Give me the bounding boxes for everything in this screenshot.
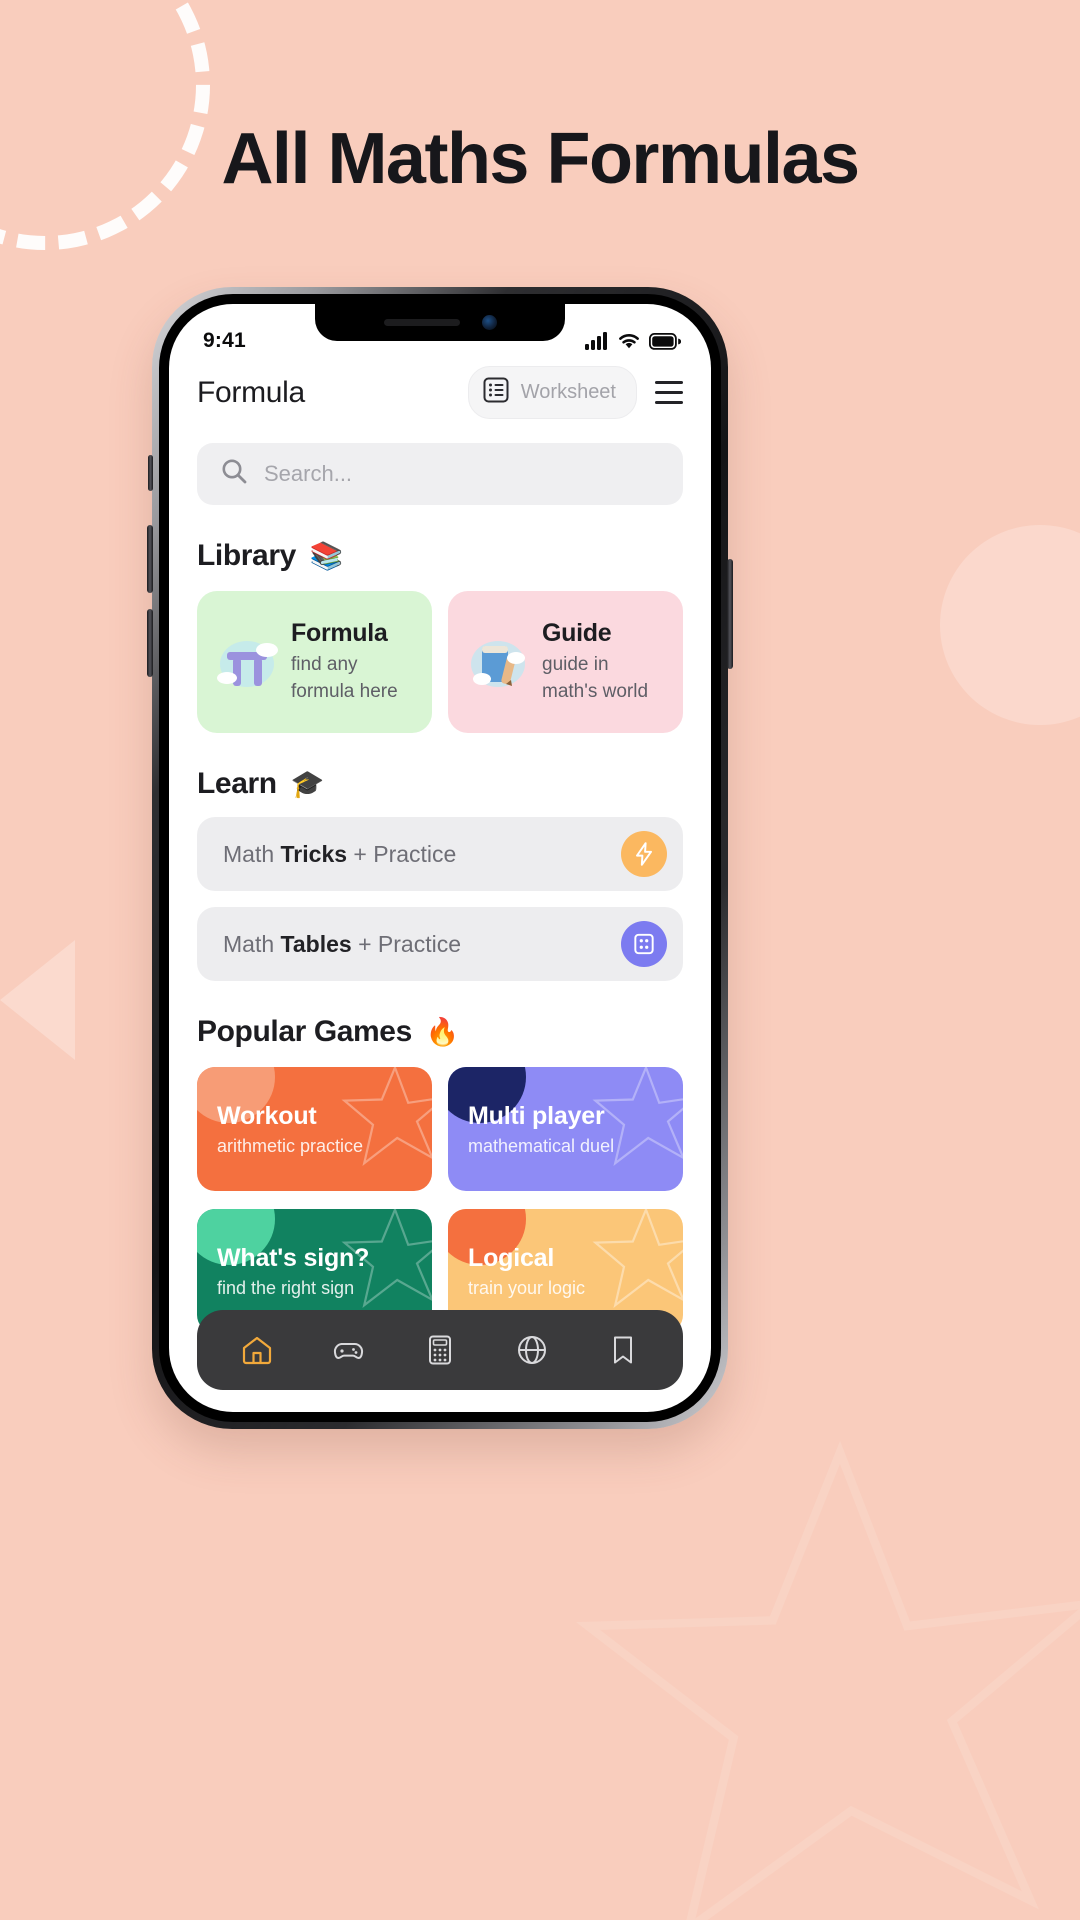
bottom-navigation-bar	[197, 1310, 683, 1390]
volume-down-button[interactable]	[147, 609, 153, 677]
phone-mockup: 9:41 Formula Worksheet Search... Library…	[147, 287, 733, 1429]
learn-row-label: Math Tables + Practice	[223, 930, 461, 957]
game-card-title: Logical	[468, 1243, 555, 1272]
game-card-subtitle: mathematical duel	[468, 1135, 615, 1156]
calculator-icon	[423, 1333, 457, 1367]
fire-emoji: 🔥	[425, 1017, 460, 1047]
worksheet-button[interactable]: Worksheet	[467, 366, 637, 419]
library-card-subtitle: find any formula here	[291, 654, 398, 702]
library-card-title: Guide	[542, 619, 612, 648]
worksheet-button-label: Worksheet	[520, 381, 616, 403]
learn-row-label: Math Tricks + Practice	[223, 840, 457, 867]
section-title-library: Library 📚	[197, 539, 683, 573]
learn-row-tables[interactable]: Math Tables + Practice	[197, 907, 683, 981]
learn-row-tricks[interactable]: Math Tricks + Practice	[197, 817, 683, 891]
globe-icon	[515, 1333, 549, 1367]
status-bar-time: 9:41	[203, 329, 246, 352]
library-card-guide[interactable]: Guide guide in math's world	[448, 591, 683, 733]
nav-item-calculator[interactable]	[423, 1333, 457, 1367]
status-bar-icons	[585, 332, 681, 350]
battery-icon	[649, 332, 681, 350]
gamepad-icon	[331, 1333, 365, 1367]
wifi-icon	[617, 332, 641, 350]
nav-item-home[interactable]	[240, 1333, 274, 1367]
phone-bezel: 9:41 Formula Worksheet Search... Library…	[159, 294, 721, 1422]
library-card-row: Formula find any formula here Guide guid…	[197, 591, 683, 733]
game-card-title: What's sign?	[217, 1243, 370, 1272]
triangle-decoration	[0, 940, 75, 1060]
game-card-title: Workout	[217, 1101, 317, 1130]
hamburger-menu-icon[interactable]	[649, 381, 683, 404]
game-card-title: Multi player	[468, 1101, 605, 1130]
section-label-library: Library	[197, 539, 296, 572]
nav-item-bookmarks[interactable]	[606, 1333, 640, 1367]
page-title: All Maths Formulas	[221, 119, 860, 199]
section-label-popular-games: Popular Games	[197, 1015, 412, 1048]
library-card-title: Formula	[291, 619, 388, 648]
circle-decoration	[940, 525, 1080, 725]
lightning-bolt-icon	[621, 831, 667, 877]
star-outline-decoration	[560, 1400, 1080, 1920]
list-icon	[483, 377, 509, 408]
bookmark-icon	[606, 1333, 640, 1367]
game-card-subtitle: train your logic	[468, 1277, 586, 1298]
section-label-learn: Learn	[197, 767, 277, 800]
library-card-subtitle: guide in math's world	[542, 654, 649, 702]
game-card-subtitle: arithmetic practice	[217, 1135, 364, 1156]
search-icon	[221, 458, 248, 490]
book-pencil-icon	[460, 624, 536, 700]
library-card-formula[interactable]: Formula find any formula here	[197, 591, 432, 733]
game-card-workout[interactable]: Workout arithmetic practice	[197, 1067, 432, 1191]
pi-symbol-icon	[209, 624, 285, 700]
phone-screen: 9:41 Formula Worksheet Search... Library…	[169, 304, 711, 1412]
silent-switch-button[interactable]	[148, 455, 153, 491]
search-input[interactable]: Search...	[197, 443, 683, 505]
graduation-cap-emoji: 🎓	[290, 769, 325, 799]
game-card-multi-player[interactable]: Multi player mathematical duel	[448, 1067, 683, 1191]
power-button[interactable]	[727, 559, 733, 669]
nav-item-web[interactable]	[515, 1333, 549, 1367]
game-card-subtitle: find the right sign	[217, 1277, 355, 1298]
grid-table-icon	[621, 921, 667, 967]
game-card-row-1: Workout arithmetic practice Multi player…	[197, 1067, 683, 1191]
section-title-popular-games: Popular Games 🔥	[197, 1015, 683, 1049]
home-icon	[240, 1333, 274, 1367]
cellular-signal-icon	[585, 332, 609, 350]
status-bar: 9:41	[169, 304, 711, 364]
nav-item-games[interactable]	[331, 1333, 365, 1367]
search-placeholder: Search...	[264, 461, 353, 486]
app-header: Formula Worksheet	[169, 366, 711, 419]
volume-up-button[interactable]	[147, 525, 153, 593]
books-emoji: 📚	[309, 541, 344, 571]
section-title-learn: Learn 🎓	[197, 767, 683, 801]
app-title: Formula	[197, 375, 305, 409]
